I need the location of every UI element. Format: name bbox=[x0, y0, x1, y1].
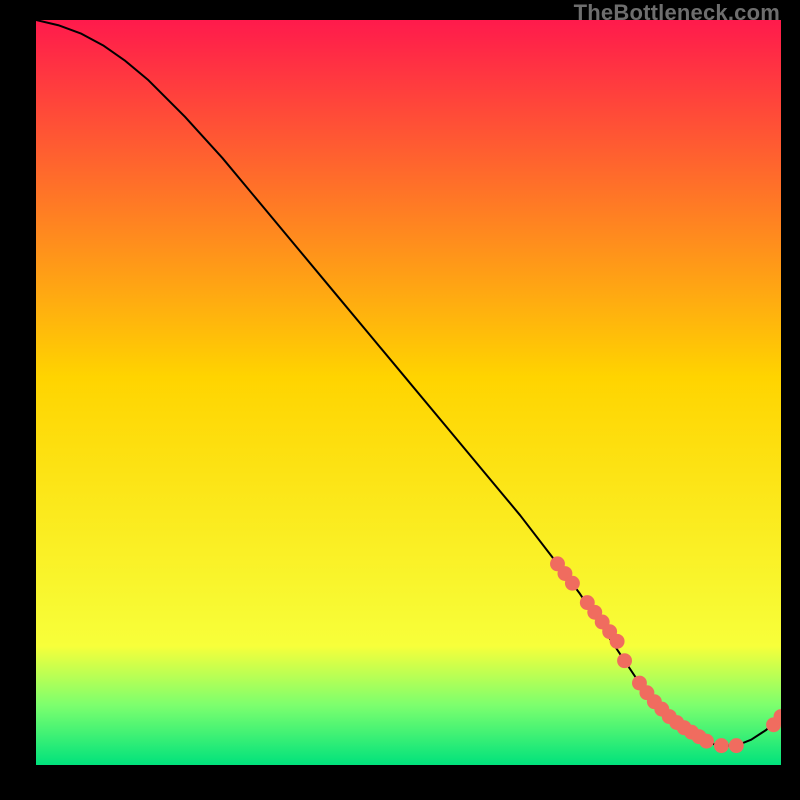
data-marker bbox=[699, 734, 714, 749]
chart-stage: TheBottleneck.com bbox=[0, 0, 800, 800]
data-marker bbox=[610, 634, 625, 649]
gradient-rect bbox=[36, 20, 781, 765]
data-marker bbox=[565, 576, 580, 591]
data-marker bbox=[617, 653, 632, 668]
data-marker bbox=[729, 738, 744, 753]
bottleneck-chart bbox=[36, 20, 781, 765]
data-marker bbox=[714, 738, 729, 753]
